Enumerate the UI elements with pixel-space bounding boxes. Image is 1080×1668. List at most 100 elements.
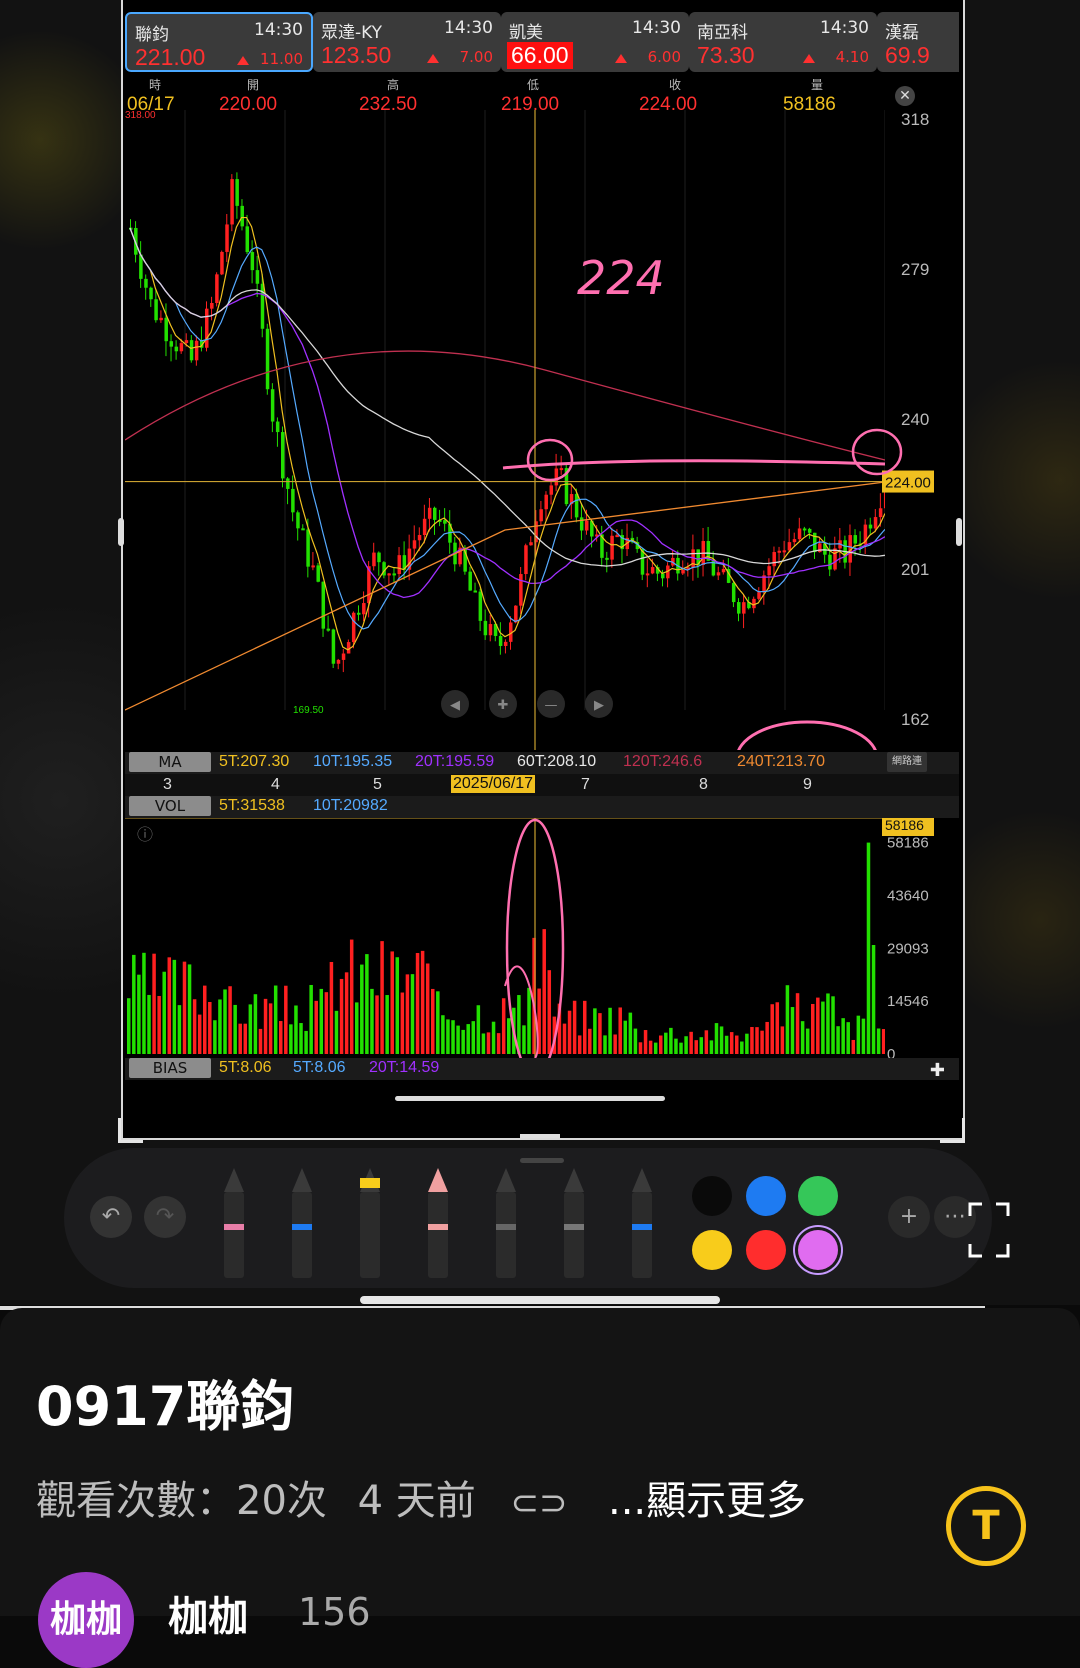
- tool-pen-blue[interactable]: [292, 1168, 312, 1278]
- color-swatch[interactable]: [692, 1230, 732, 1270]
- candle: [235, 179, 239, 206]
- text-lens-icon: T: [972, 1503, 1000, 1549]
- volume-bar: [248, 1004, 253, 1054]
- candle: [807, 528, 812, 533]
- color-swatch[interactable]: [746, 1176, 786, 1216]
- quote-name: 凱美: [509, 23, 543, 43]
- text-recognition-button[interactable]: T: [946, 1486, 1026, 1566]
- quote-change: 11.00: [260, 50, 303, 68]
- volume-bar: [213, 1020, 217, 1054]
- price-tick: 162: [901, 710, 929, 729]
- volume-bar: [572, 1000, 577, 1054]
- candle: [255, 270, 260, 284]
- volume-bar: [846, 1022, 850, 1054]
- volume-bar: [253, 994, 258, 1054]
- candle: [220, 251, 224, 275]
- volume-bar: [334, 1010, 339, 1054]
- tool-marker-yellow[interactable]: [360, 1168, 380, 1278]
- candle: [767, 566, 771, 576]
- candle: [498, 635, 503, 646]
- price-tick: 279: [901, 260, 929, 279]
- quote-tile[interactable]: 南亞科 14:30 73.30 4.10: [689, 12, 877, 72]
- undo-button[interactable]: ↶: [90, 1196, 132, 1238]
- candle: [797, 528, 802, 540]
- volume-bar: [709, 1040, 714, 1054]
- markup-toolbar: ↶ ↷ + ⋯: [64, 1148, 992, 1288]
- video-title[interactable]: 0917聯鈞: [36, 1362, 294, 1441]
- redo-button[interactable]: ↷: [144, 1196, 186, 1238]
- crop-handle-right[interactable]: [956, 518, 962, 546]
- date-axis: 3 4 5 2025/06/17 7 8 9: [125, 774, 959, 796]
- add-tool-button[interactable]: +: [888, 1196, 930, 1238]
- volume-bar: [628, 1012, 633, 1054]
- volume-bar: [410, 974, 415, 1054]
- candle: [878, 508, 883, 518]
- crop-handle-bottom[interactable]: [520, 1134, 560, 1138]
- quote-tile[interactable]: 眾達-KY 14:30 123.50 7.00: [313, 12, 501, 72]
- candle: [478, 591, 483, 621]
- candle: [296, 512, 300, 529]
- candle: [549, 485, 554, 495]
- volume-bar: [446, 1019, 450, 1054]
- volume-bar: [750, 1027, 754, 1054]
- quote-price: 73.30: [697, 42, 755, 68]
- candle: [681, 569, 685, 574]
- candle: [539, 509, 543, 522]
- ma-settings-button[interactable]: 網路連: [887, 752, 927, 772]
- tool-pencil[interactable]: [496, 1168, 516, 1278]
- candle: [503, 641, 508, 646]
- volume-tick: 58186: [887, 835, 929, 852]
- add-indicator-icon[interactable]: ✚: [930, 1060, 945, 1081]
- tool-eraser[interactable]: [428, 1168, 448, 1278]
- volume-bar: [192, 999, 197, 1054]
- upload-age: 4 天前: [357, 1478, 476, 1524]
- candle: [422, 518, 427, 536]
- tool-pen-pink[interactable]: [224, 1168, 244, 1278]
- quote-tile[interactable]: 聯鈞 14:30 221.00 11.00: [125, 12, 313, 72]
- price-marker: 224.00: [885, 475, 931, 492]
- avatar[interactable]: 枷枷: [38, 1572, 134, 1668]
- ohlc-header-low: 低: [527, 78, 540, 92]
- moving-average-line: [129, 216, 886, 651]
- candle: [397, 555, 402, 575]
- ma-20t: 20T:195.59: [415, 753, 495, 770]
- volume-bar: [268, 1003, 273, 1054]
- tool-ruler[interactable]: [564, 1168, 584, 1278]
- color-swatch[interactable]: [746, 1230, 786, 1270]
- volume-bar: [841, 1018, 845, 1054]
- crop-corner-br[interactable]: [940, 1118, 965, 1143]
- volume-bar: [669, 1027, 673, 1054]
- color-swatch[interactable]: [798, 1230, 838, 1270]
- volume-bar: [770, 1004, 774, 1054]
- close-icon[interactable]: ✕: [895, 86, 915, 106]
- color-swatch[interactable]: [798, 1176, 838, 1216]
- quote-tile[interactable]: 凱美 14:30 66.00 6.00: [501, 12, 689, 72]
- volume-tick: 0: [887, 1046, 895, 1058]
- tool-pen-fine-blue[interactable]: [632, 1168, 652, 1278]
- volume-bar: [876, 1028, 881, 1054]
- volume-bar: [349, 939, 354, 1054]
- color-swatch[interactable]: [692, 1176, 732, 1216]
- volume-bar: [481, 1033, 486, 1054]
- volume-bar: [344, 972, 349, 1054]
- ink-circle: [737, 720, 877, 750]
- crop-handle-left[interactable]: [118, 518, 124, 546]
- show-more-link[interactable]: ...顯示更多: [608, 1468, 806, 1526]
- link-icon: ⊂⊃: [510, 1483, 568, 1523]
- volume-bar: [567, 1010, 572, 1054]
- volume-bar: [451, 1020, 455, 1054]
- volume-bar: [593, 1008, 597, 1054]
- fullscreen-icon[interactable]: [968, 1202, 1010, 1258]
- candle: [194, 340, 199, 361]
- ma-label[interactable]: MA: [129, 752, 211, 772]
- channel-name[interactable]: 枷枷: [168, 1584, 248, 1642]
- vol-label[interactable]: VOL: [129, 796, 211, 816]
- quote-tile[interactable]: 漢磊 69.9: [877, 12, 959, 72]
- volume-bar: [365, 954, 369, 1054]
- bias-label[interactable]: BIAS: [129, 1058, 211, 1078]
- crop-corner-bl[interactable]: [118, 1118, 143, 1143]
- drawing-tools[interactable]: [214, 1168, 694, 1288]
- volume-bar: [618, 1007, 622, 1054]
- candle: [468, 571, 472, 591]
- toolbar-grabber[interactable]: [520, 1158, 564, 1163]
